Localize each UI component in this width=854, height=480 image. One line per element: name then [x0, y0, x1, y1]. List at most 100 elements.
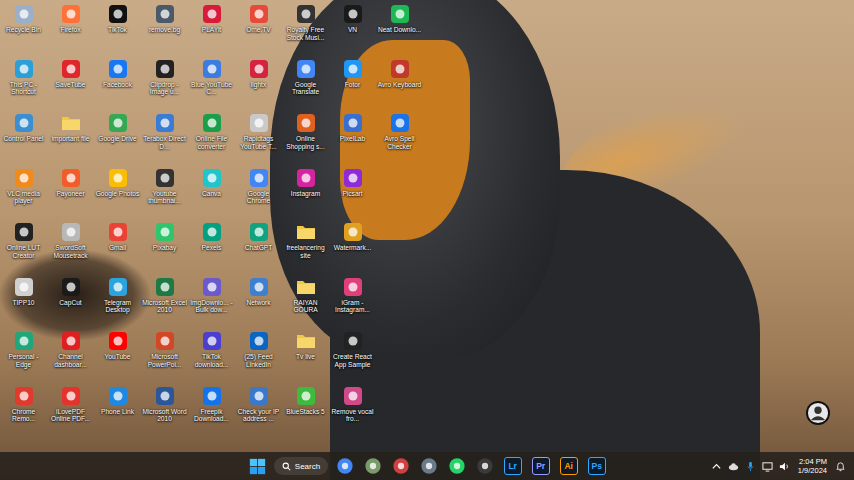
desktop-icon[interactable]: Royalty Free Stock Musi... — [282, 2, 329, 57]
desktop-icon[interactable]: Picsart — [329, 166, 376, 221]
icon-label: Google Chrome — [236, 190, 282, 206]
desktop-icon[interactable]: Youtube thumbnai... — [141, 166, 188, 221]
icon-label: Check your IP address ... — [236, 408, 282, 424]
desktop-icon[interactable]: ImgDownlo... - Bulk dow... — [188, 275, 235, 330]
desktop-icon[interactable]: Tv live — [282, 329, 329, 384]
desktop-icon[interactable]: Google Drive — [94, 111, 141, 166]
taskbar-app[interactable] — [361, 455, 384, 478]
desktop-icon[interactable]: Google Photos — [94, 166, 141, 221]
desktop-icon[interactable]: lightx — [235, 57, 282, 112]
desktop-icon[interactable]: This PC - Shortcut — [0, 57, 47, 112]
taskbar-app[interactable]: Ps — [585, 455, 608, 478]
taskbar-app[interactable]: Ai — [557, 455, 580, 478]
desktop-icon[interactable]: Check your IP address ... — [235, 384, 282, 439]
app-icon — [61, 4, 81, 24]
start-button[interactable] — [246, 455, 269, 478]
desktop-icon[interactable]: Recycle Bin — [0, 2, 47, 57]
desktop-icon[interactable]: Online File converter — [188, 111, 235, 166]
desktop-icon[interactable]: VN — [329, 2, 376, 57]
desktop-icon[interactable]: Microsoft Excel 2010 — [141, 275, 188, 330]
desktop-icon[interactable]: Avro Keyboard — [376, 57, 423, 112]
microphone-icon[interactable] — [745, 461, 756, 472]
desktop-icon[interactable]: (25) Feed LinkedIn — [235, 329, 282, 384]
desktop-icon[interactable]: Telegram Desktop — [94, 275, 141, 330]
desktop-icon[interactable]: freelancering site — [282, 220, 329, 275]
desktop-icon[interactable]: Microsoft Word 2010 — [141, 384, 188, 439]
cloud-icon[interactable] — [728, 461, 739, 472]
app-glyph-icon: Pr — [532, 457, 550, 475]
desktop-icon[interactable]: important file — [47, 111, 94, 166]
app-icon — [14, 4, 34, 24]
desktop-icon[interactable]: Channel dashboar... — [47, 329, 94, 384]
desktop-icon[interactable]: Payoneer — [47, 166, 94, 221]
taskbar-app[interactable] — [473, 455, 496, 478]
desktop-icon[interactable]: Gmail — [94, 220, 141, 275]
icon-label: Avro Spell Checker — [377, 135, 423, 151]
icon-label: Freepik Download... — [189, 408, 235, 424]
desktop-icon[interactable]: Watermark... — [329, 220, 376, 275]
desktop-icon[interactable]: TikTok — [94, 2, 141, 57]
desktop-icon[interactable]: Clipdrop - Image u... — [141, 57, 188, 112]
desktop-icon[interactable]: Control Panel — [0, 111, 47, 166]
desktop-icon[interactable]: YouTube — [94, 329, 141, 384]
desktop-icon[interactable]: remove.bg — [141, 2, 188, 57]
desktop-icon[interactable]: Neat Downlo... — [376, 2, 423, 57]
icon-label: Microsoft Excel 2010 — [142, 299, 188, 315]
desktop-icon[interactable]: PLAYit — [188, 2, 235, 57]
taskbar-app[interactable]: Pr — [529, 455, 552, 478]
desktop-icon[interactable]: Online Shopping s... — [282, 111, 329, 166]
desktop-icon[interactable]: RAIYAN GOURA — [282, 275, 329, 330]
app-icon — [249, 59, 269, 79]
speaker-icon[interactable] — [779, 461, 790, 472]
desktop-icon[interactable]: iLovePDF Online PDF... — [47, 384, 94, 439]
desktop-icon[interactable]: Chrome Remo... — [0, 384, 47, 439]
desktop-icon[interactable]: Microsoft PowerPoi... — [141, 329, 188, 384]
desktop-icon[interactable]: Google Chrome — [235, 166, 282, 221]
desktop-icon[interactable]: VLC media player — [0, 166, 47, 221]
desktop-icon[interactable]: Pixabay — [141, 220, 188, 275]
desktop-icon[interactable]: Online LUT Creator — [0, 220, 47, 275]
desktop-icon[interactable]: Terabox Direct D... — [141, 111, 188, 166]
desktop-icon[interactable]: Network — [235, 275, 282, 330]
desktop-icon[interactable]: Canva — [188, 166, 235, 221]
desktop-icon[interactable]: SaveTube — [47, 57, 94, 112]
avatar-overlay[interactable] — [806, 401, 830, 425]
desktop-icon[interactable]: Remove vocal fro... — [329, 384, 376, 439]
display-icon[interactable] — [762, 461, 773, 472]
desktop-icon[interactable]: iGram - Instagram... — [329, 275, 376, 330]
taskbar-app[interactable] — [333, 455, 356, 478]
desktop-icon[interactable]: TikTok download... — [188, 329, 235, 384]
desktop-icon[interactable]: Google Translate — [282, 57, 329, 112]
taskbar-app[interactable]: Lr — [501, 455, 524, 478]
desktop-icon[interactable]: Firefox — [47, 2, 94, 57]
icon-label: Control Panel — [1, 135, 47, 143]
desktop-icon[interactable]: Freepik Download... — [188, 384, 235, 439]
taskbar-app[interactable] — [389, 455, 412, 478]
desktop-icon[interactable]: TIPP10 — [0, 275, 47, 330]
desktop-icon[interactable]: Phone Link — [94, 384, 141, 439]
desktop-icon[interactable]: Fotor — [329, 57, 376, 112]
desktop-icon[interactable]: Ome.TV — [235, 2, 282, 57]
bell-icon[interactable] — [835, 461, 846, 472]
clock[interactable]: 2:04 PM 1/9/2024 — [796, 457, 829, 475]
app-icon — [108, 59, 128, 79]
taskbar-app[interactable] — [445, 455, 468, 478]
desktop-icon[interactable]: CapCut — [47, 275, 94, 330]
taskbar-app[interactable] — [417, 455, 440, 478]
desktop-icon[interactable]: SwordSoft Mousetrack — [47, 220, 94, 275]
chevron-up-icon[interactable] — [711, 461, 722, 472]
icon-label: BlueStacks 5 — [283, 408, 329, 416]
desktop-icon[interactable]: Create React App Sample — [329, 329, 376, 384]
desktop-icon[interactable]: Rapidtags YouTube T... — [235, 111, 282, 166]
desktop-icon[interactable]: Personal - Edge — [0, 329, 47, 384]
desktop-icon[interactable]: Facebook — [94, 57, 141, 112]
desktop-icon[interactable]: Avro Spell Checker — [376, 111, 423, 166]
desktop-icon[interactable]: PixelLab — [329, 111, 376, 166]
desktop-icon[interactable]: Instagram — [282, 166, 329, 221]
desktop-icon[interactable]: Pexels — [188, 220, 235, 275]
desktop-icon[interactable]: Blue YouTube C... — [188, 57, 235, 112]
desktop-icon[interactable]: ChatGPT — [235, 220, 282, 275]
desktop-icon[interactable]: BlueStacks 5 — [282, 384, 329, 439]
app-icon — [202, 277, 222, 297]
search-box[interactable]: Search — [274, 457, 328, 475]
